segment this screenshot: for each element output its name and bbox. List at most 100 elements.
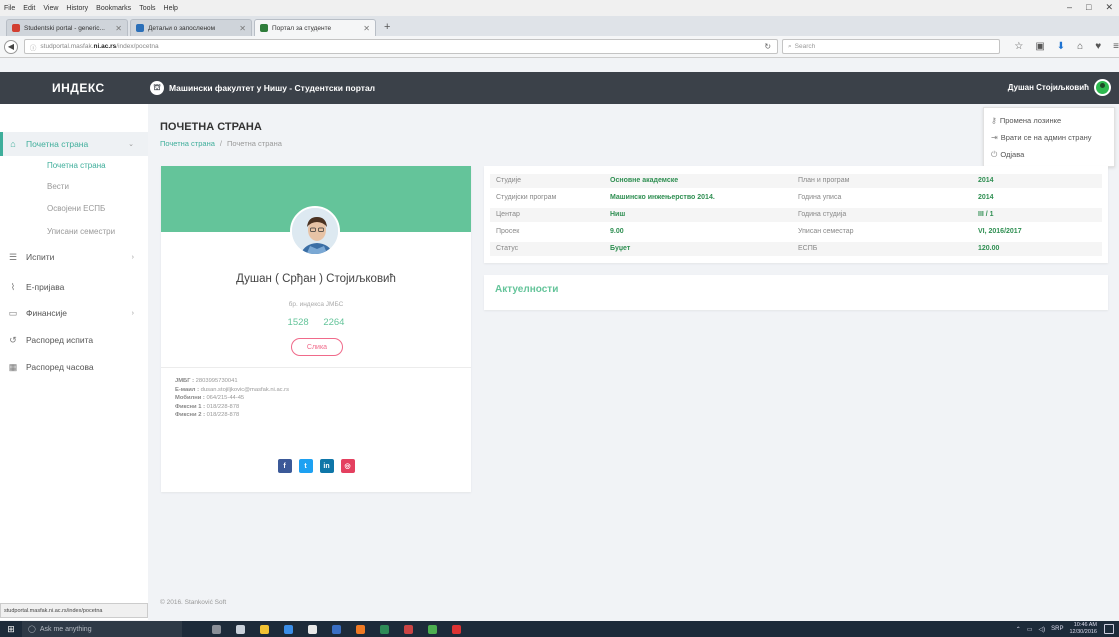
edge-icon[interactable] <box>284 624 293 634</box>
sidebar-item-exams[interactable]: ☰ Испити › <box>0 245 148 269</box>
sidebar-item-finances[interactable]: ▭ Финансије › <box>0 301 148 325</box>
browser-tab-active[interactable]: Портал за студенте ✕ <box>254 19 376 36</box>
back-icon[interactable]: ◀ <box>4 39 18 54</box>
sidebar-subitem-home[interactable]: Почетна страна <box>47 161 106 170</box>
info-icon[interactable]: ⓘ <box>30 42 37 52</box>
network-icon[interactable]: ▭ <box>1027 626 1033 633</box>
file-explorer-icon[interactable] <box>260 624 269 634</box>
pocket-icon[interactable]: ♥ <box>1095 41 1101 52</box>
browser-tab[interactable]: Детаљи о запосленом ✕ <box>130 19 252 36</box>
dropdown-back-to-admin[interactable]: ⇥ Врати се на админ страну <box>991 129 1114 146</box>
clock-date: 12/30/2016 <box>1069 629 1097 635</box>
breadcrumb-link[interactable]: Почетна страна <box>160 139 215 148</box>
browser-tab[interactable]: Studentski portal - generic... ✕ <box>6 19 128 36</box>
new-tab-icon[interactable]: + <box>378 21 396 36</box>
news-title: Актуелности <box>495 284 559 295</box>
excel-icon[interactable] <box>380 624 389 634</box>
contact-row: ЈМБГ : 2803995730041 <box>175 378 238 384</box>
user-avatar-icon[interactable] <box>1094 79 1111 96</box>
microphone-icon[interactable] <box>212 624 221 634</box>
pdf-icon[interactable] <box>452 624 461 634</box>
sidebar-item-class-schedule[interactable]: ▦ Распоред часова <box>0 355 148 379</box>
student-info-table: Студије Основне академске План и програм… <box>484 166 1108 263</box>
tab-close-icon[interactable]: ✕ <box>363 24 370 33</box>
sidebar-item-label: Финансије <box>26 308 67 318</box>
volume-icon[interactable]: ◁) <box>1039 626 1046 633</box>
app-brand[interactable]: ИНДЕКС <box>0 81 150 95</box>
sidebar-item-label: Распоред испита <box>26 335 94 345</box>
profile-number: 2264 <box>323 317 345 328</box>
menu-view[interactable]: View <box>43 5 58 12</box>
word-icon[interactable] <box>332 624 341 634</box>
maximize-icon[interactable]: □ <box>1086 2 1091 13</box>
tab-close-icon[interactable]: ✕ <box>115 24 122 33</box>
browser-navbar: ◀ ⓘ studportal.masfak. ni.ac.rs/index/poc… <box>0 36 1119 58</box>
breadcrumb: Почетна страна / Почетна страна <box>160 139 282 148</box>
menu-help[interactable]: Help <box>164 5 178 12</box>
browser-tabbar: Studentski portal - generic... ✕ Детаљи … <box>0 16 1119 36</box>
menu-tools[interactable]: Tools <box>139 5 155 12</box>
chevron-right-icon: › <box>131 309 134 317</box>
linkedin-icon[interactable]: in <box>319 459 334 473</box>
bookmark-star-icon[interactable]: ☆ <box>1014 41 1023 52</box>
sidebar-subitem-news[interactable]: Вести <box>47 182 69 191</box>
photo-button[interactable]: Слика <box>291 338 343 356</box>
social-links: f t in ◎ <box>161 459 471 473</box>
hamburger-menu-icon[interactable]: ≡ <box>1113 41 1119 52</box>
table-row: Просек 9.00 Уписан семестар VI, 2016/201… <box>496 228 1022 235</box>
url-bar[interactable]: ⓘ studportal.masfak. ni.ac.rs/index/pocet… <box>23 39 779 54</box>
close-icon[interactable]: ✕ <box>1105 2 1113 13</box>
app-title: ⛫ Машински факултет у Нишу - Студентски … <box>150 81 375 95</box>
list-icon: ☰ <box>8 251 18 262</box>
dropdown-logout[interactable]: ⏻ Одјава <box>991 146 1114 163</box>
tray-chevron-icon[interactable]: ⌃ <box>1016 626 1021 633</box>
sidebar-item-e-registration[interactable]: ⌇ Е-пријава <box>0 275 148 299</box>
minimize-icon[interactable]: – <box>1067 2 1072 13</box>
search-icon: ⌕ <box>788 42 792 50</box>
cortana-search[interactable]: ◯ Ask me anything <box>22 621 182 637</box>
language-indicator[interactable]: SRP <box>1051 626 1063 632</box>
store-icon[interactable] <box>308 624 317 634</box>
chevron-down-icon: ⌄ <box>128 141 134 148</box>
sidebar-item-exam-schedule[interactable]: ↺ Распоред испита <box>0 328 148 352</box>
instagram-icon[interactable]: ◎ <box>340 459 355 473</box>
browser-search-input[interactable]: ⌕ Search <box>782 39 1001 54</box>
app-icon[interactable] <box>428 624 437 634</box>
tab-close-icon[interactable]: ✕ <box>239 24 246 33</box>
user-name[interactable]: Душан Стојиљковић <box>1008 83 1089 92</box>
windows-start-icon[interactable]: ⊞ <box>0 624 22 635</box>
tab-favicon-icon <box>260 24 268 32</box>
menu-file[interactable]: File <box>4 5 15 12</box>
home-icon: ⌂ <box>10 139 16 149</box>
facebook-icon[interactable]: f <box>277 459 292 473</box>
download-icon[interactable]: ⬇ <box>1057 41 1065 52</box>
home-browser-icon[interactable]: ⌂ <box>1077 41 1083 52</box>
twitter-icon[interactable]: t <box>298 459 313 473</box>
powerpoint-icon[interactable] <box>404 624 413 634</box>
clipboard-icon[interactable]: ▣ <box>1035 41 1044 52</box>
task-view-icon[interactable] <box>236 624 245 634</box>
profile-meta: бр. индекса ЈМБС <box>288 301 344 308</box>
notification-icon[interactable] <box>1104 624 1114 634</box>
clock[interactable]: 10:46 AM 12/30/2016 <box>1069 622 1097 636</box>
menu-bookmarks[interactable]: Bookmarks <box>96 5 131 12</box>
contact-row: Фиксни 2 : 018/228-878 <box>175 412 240 419</box>
firefox-icon[interactable] <box>356 624 365 634</box>
profile-contact: ЈМБГ : 2803995730041 E-маил : dusan.stoj… <box>175 377 289 420</box>
sidebar-subitem-ects[interactable]: Освојени ЕСПБ <box>47 204 105 213</box>
sidebar-subitem-semesters[interactable]: Уписани семестри <box>47 227 115 236</box>
table-row: Студије Основне академске План и програм… <box>490 174 1102 188</box>
system-tray: ⌃ ▭ ◁) SRP 10:46 AM 12/30/2016 <box>1016 622 1097 636</box>
menu-history[interactable]: History <box>66 5 88 12</box>
user-menu[interactable]: Душан Стојиљковић <box>1008 79 1111 96</box>
profile-name: Душан ( Срђан ) Стојиљковић <box>236 273 396 285</box>
dropdown-change-password[interactable]: ⚷ Промена лозинке <box>991 112 1114 129</box>
windows-taskbar: ⊞ ◯ Ask me anything ⌃ ▭ ◁) SRP 10:46 AM … <box>0 621 1119 637</box>
sidebar-item-home[interactable]: ⌂ Почетна страна ⌄ <box>0 132 148 156</box>
breadcrumb-separator: / <box>219 139 222 148</box>
sidebar-item-label: Е-пријава <box>26 282 65 292</box>
reload-icon[interactable]: ↻ <box>764 42 771 51</box>
contact-row: Фиксни 1 : 018/228-878 <box>175 403 240 410</box>
rss-icon: ⌇ <box>10 281 16 292</box>
menu-edit[interactable]: Edit <box>23 5 35 12</box>
